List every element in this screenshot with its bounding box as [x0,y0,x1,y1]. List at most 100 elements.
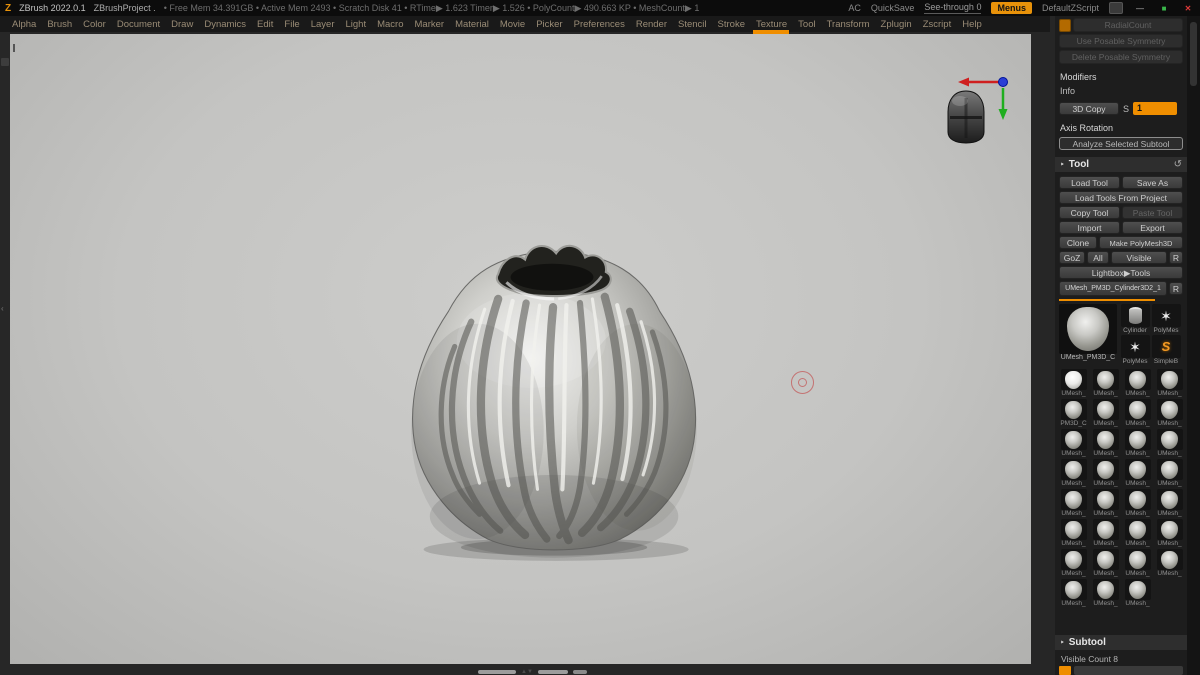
menu-item[interactable]: Material [455,19,489,30]
menu-item[interactable]: Draw [171,19,193,30]
scrollbar-segment[interactable] [537,669,568,674]
tool-history-item[interactable]: UMesh_ [1091,519,1120,547]
maximize-icon[interactable]: ■ [1157,3,1171,14]
menu-item[interactable]: File [284,19,299,30]
tool-history-item[interactable]: UMesh_ [1123,579,1152,607]
tool-history-item[interactable]: UMesh_ [1059,369,1088,397]
menu-item[interactable]: Marker [415,19,445,30]
scrollbar-segment[interactable] [478,669,516,674]
goz-button[interactable]: GoZ [1059,251,1085,264]
minimize-icon[interactable]: — [1133,3,1147,14]
make-polymesh3d-button[interactable]: Make PolyMesh3D [1099,236,1183,249]
material-preview[interactable] [941,88,991,146]
left-tray-icon[interactable] [1,58,9,66]
active-tool-name-button[interactable]: UMesh_PM3D_Cylinder3D2_1 [1059,281,1167,296]
tool-r-button[interactable]: R [1169,282,1183,295]
menu-item[interactable]: Stencil [678,19,707,30]
tool-history-item[interactable]: UMesh_ [1059,429,1088,457]
load-tools-from-project-button[interactable]: Load Tools From Project [1059,191,1183,204]
menu-item[interactable]: Movie [500,19,525,30]
restore-icon[interactable]: ↺ [1174,159,1182,170]
menu-item[interactable]: Color [83,19,106,30]
canvas-scrollbar[interactable]: ▲▼ [478,668,587,675]
subtool-row-bar[interactable] [1074,666,1183,675]
menu-item[interactable]: Layer [311,19,335,30]
see-through-slider[interactable]: See-through 0 [924,2,982,14]
menu-item[interactable]: Texture [756,19,787,30]
tool-history-item[interactable]: UMesh_ [1155,369,1184,397]
panel-scrollbar-handle[interactable] [1190,22,1197,86]
tool-thumbnail[interactable]: ✶ PolyMes [1120,335,1150,365]
radial-toggle[interactable] [1059,18,1071,32]
quicksave-button[interactable]: QuickSave [871,3,915,13]
delete-posable-symmetry-button[interactable]: Delete Posable Symmetry [1059,50,1183,64]
scroll-arrows-icon[interactable]: ▲▼ [521,669,533,675]
import-button[interactable]: Import [1059,221,1120,234]
radial-count-button[interactable]: RadialCount [1073,18,1183,32]
menu-item[interactable]: Document [117,19,160,30]
export-button[interactable]: Export [1122,221,1183,234]
tool-history-item[interactable]: UMesh_ [1059,579,1088,607]
default-zscript-button[interactable]: DefaultZScript [1042,3,1099,13]
tool-history-item[interactable]: UMesh_ [1155,429,1184,457]
save-as-button[interactable]: Save As [1122,176,1183,189]
copy-tool-button[interactable]: Copy Tool [1059,206,1120,219]
s-value-input[interactable]: 1 [1133,102,1178,115]
menu-item[interactable]: Stroke [718,19,745,30]
menu-item[interactable]: Alpha [12,19,36,30]
menu-item[interactable]: Zscript [923,19,952,30]
tool-section-header[interactable]: ‣ Tool ↺ [1055,157,1187,172]
tool-history-item[interactable]: UMesh_ [1155,549,1184,577]
tool-history-item[interactable]: UMesh_ [1091,459,1120,487]
tool-history-item[interactable]: UMesh_ [1059,489,1088,517]
tool-history-item[interactable]: UMesh_ [1091,489,1120,517]
menu-item[interactable]: Dynamics [204,19,246,30]
menu-item[interactable]: Macro [377,19,403,30]
use-posable-symmetry-button[interactable]: Use Posable Symmetry [1059,34,1183,48]
tool-history-item[interactable]: UMesh_ [1123,519,1152,547]
menu-item[interactable]: Tool [798,19,815,30]
tool-history-item[interactable]: UMesh_ [1059,519,1088,547]
menu-item[interactable]: Brush [47,19,72,30]
script-icon[interactable] [1109,2,1123,14]
tool-thumbnail[interactable]: Cylinder [1120,304,1150,334]
menu-item[interactable]: Render [636,19,667,30]
menu-item[interactable]: Preferences [574,19,625,30]
current-tool-thumbnail[interactable]: UMesh_PM3D_C [1059,304,1117,365]
tool-thumbnail[interactable]: ✶ PolyMes [1151,304,1181,334]
tool-history-item[interactable]: UMesh_ [1059,459,1088,487]
subtool-list-item[interactable] [1059,666,1183,675]
tool-history-item[interactable]: UMesh_ [1123,369,1152,397]
lightbox-tools-button[interactable]: Lightbox▶Tools [1059,266,1183,279]
scrollbar-segment[interactable] [572,669,587,674]
menu-item[interactable]: Zplugin [881,19,912,30]
tool-history-item[interactable]: UMesh_ [1091,549,1120,577]
tool-history-item[interactable]: UMesh_ [1091,579,1120,607]
left-tray[interactable]: ‹ [0,32,10,675]
menu-item[interactable]: Edit [257,19,273,30]
subtool-section-header[interactable]: ‣ Subtool [1055,635,1187,650]
tool-history-item[interactable]: UMesh_ [1123,399,1152,427]
tool-history-item[interactable]: UMesh_ [1123,429,1152,457]
clone-button[interactable]: Clone [1059,236,1097,249]
tool-history-item[interactable]: UMesh_ [1155,399,1184,427]
menu-item[interactable]: Picker [536,19,562,30]
tool-history-item[interactable]: UMesh_ [1091,399,1120,427]
tool-thumbnail[interactable]: S SimpleB [1151,335,1181,365]
analyze-selected-subtool-button[interactable]: Analyze Selected Subtool [1059,137,1183,150]
tool-history-item[interactable]: UMesh_ [1091,369,1120,397]
load-tool-button[interactable]: Load Tool [1059,176,1120,189]
copy-3d-button[interactable]: 3D Copy [1059,102,1119,115]
tool-history-item[interactable]: UMesh_ [1123,489,1152,517]
goz-r-button[interactable]: R [1169,251,1183,264]
tool-history-item[interactable]: PM3D_C [1059,399,1088,427]
tool-history-item[interactable]: UMesh_ [1155,459,1184,487]
menu-item[interactable]: Help [962,19,982,30]
tool-history-item[interactable]: UMesh_ [1123,549,1152,577]
tool-history-item[interactable]: UMesh_ [1155,489,1184,517]
tool-history-item[interactable]: UMesh_ [1155,519,1184,547]
left-tray-handle[interactable]: ‹ [1,304,4,313]
tool-history-item[interactable]: UMesh_ [1059,549,1088,577]
menu-item[interactable]: Transform [827,19,870,30]
panel-scrollbar[interactable] [1187,16,1200,675]
